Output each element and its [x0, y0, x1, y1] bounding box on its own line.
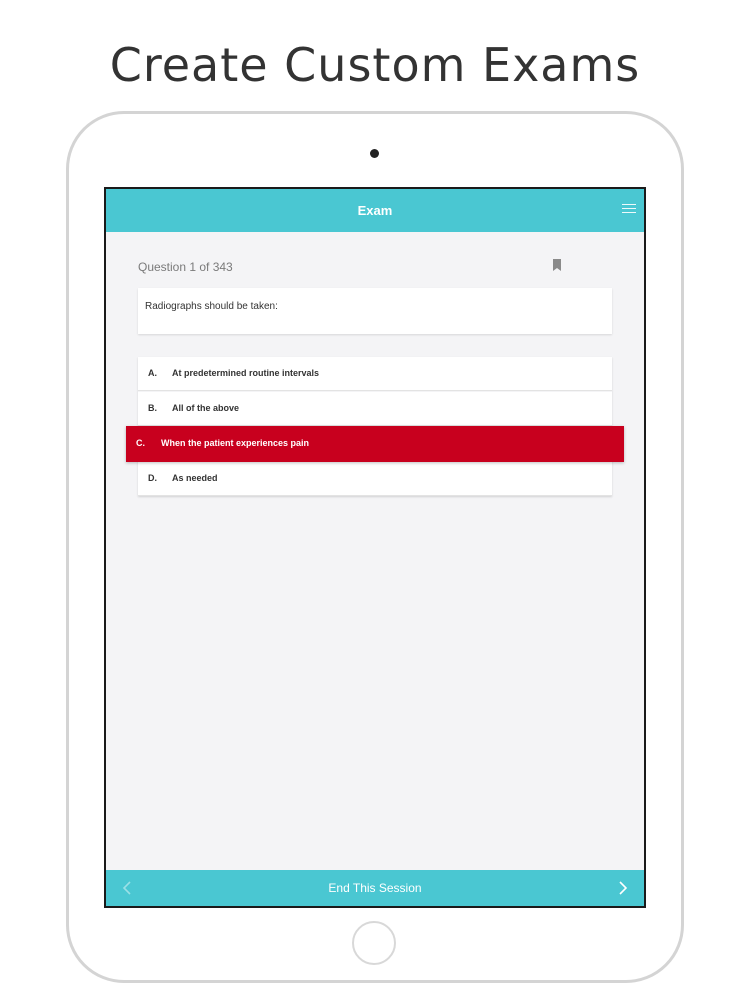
question-card: Radiographs should be taken: [138, 288, 612, 334]
screen-title: Exam [357, 203, 393, 218]
end-session-button[interactable]: End This Session [106, 870, 644, 906]
answer-text: At predetermined routine intervals [172, 368, 320, 378]
hamburger-menu-icon[interactable] [622, 204, 636, 216]
answer-letter: A. [148, 368, 157, 378]
answer-letter: D. [148, 473, 157, 483]
answer-option-c-selected[interactable]: C. When the patient experiences pain [126, 426, 624, 462]
menu-icon-line [622, 204, 636, 205]
answer-text: All of the above [172, 403, 240, 413]
answer-option-a[interactable]: A. At predetermined routine intervals [138, 357, 612, 391]
menu-icon-line [622, 212, 636, 213]
answer-option-d[interactable]: D. As needed [138, 462, 612, 496]
app-screen: Exam Question 1 of 343 Radiographs shoul… [104, 187, 646, 908]
answer-text: When the patient experiences pain [161, 438, 310, 448]
answer-letter: C. [136, 438, 145, 448]
answer-option-b[interactable]: B. All of the above [138, 392, 612, 426]
chevron-right-icon[interactable] [616, 880, 630, 896]
top-navigation-bar: Exam [106, 189, 644, 232]
menu-icon-line [622, 208, 636, 209]
tablet-home-button[interactable] [352, 921, 396, 965]
bottom-toolbar: End This Session [106, 870, 644, 906]
answer-text: As needed [172, 473, 218, 483]
answer-letter: B. [148, 403, 157, 413]
tablet-camera [370, 149, 379, 158]
question-counter: Question 1 of 343 [138, 260, 233, 274]
question-text: Radiographs should be taken: [145, 301, 278, 312]
bookmark-icon[interactable] [553, 259, 561, 271]
app-store-screenshot: Create Custom Exams Exam Question 1 of 3… [0, 0, 750, 1000]
promo-headline: Create Custom Exams [109, 38, 641, 92]
